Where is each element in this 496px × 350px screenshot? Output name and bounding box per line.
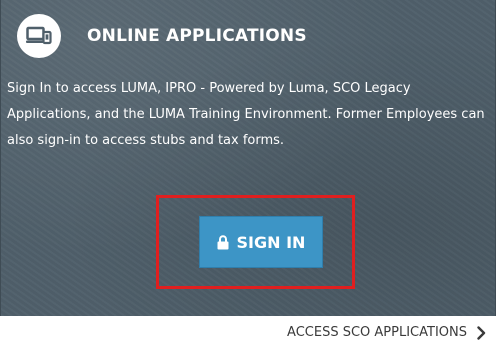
access-sco-applications-link[interactable]: ACCESS SCO APPLICATIONS: [287, 325, 486, 340]
card-header: ONLINE APPLICATIONS: [17, 14, 307, 58]
chevron-right-icon: [477, 325, 486, 340]
card-panel: ONLINE APPLICATIONS Sign In to access LU…: [0, 0, 496, 316]
sign-in-button[interactable]: SIGN IN: [199, 216, 323, 268]
device-screens-icon: [17, 14, 61, 58]
access-sco-applications-label: ACCESS SCO APPLICATIONS: [287, 325, 467, 340]
lock-icon: [217, 234, 229, 250]
card-footer: ACCESS SCO APPLICATIONS: [0, 316, 496, 350]
sign-in-label: SIGN IN: [236, 232, 306, 252]
online-applications-card: ONLINE APPLICATIONS Sign In to access LU…: [0, 0, 496, 350]
card-title: ONLINE APPLICATIONS: [87, 26, 307, 46]
card-description: Sign In to access LUMA, IPRO - Powered b…: [7, 81, 485, 148]
